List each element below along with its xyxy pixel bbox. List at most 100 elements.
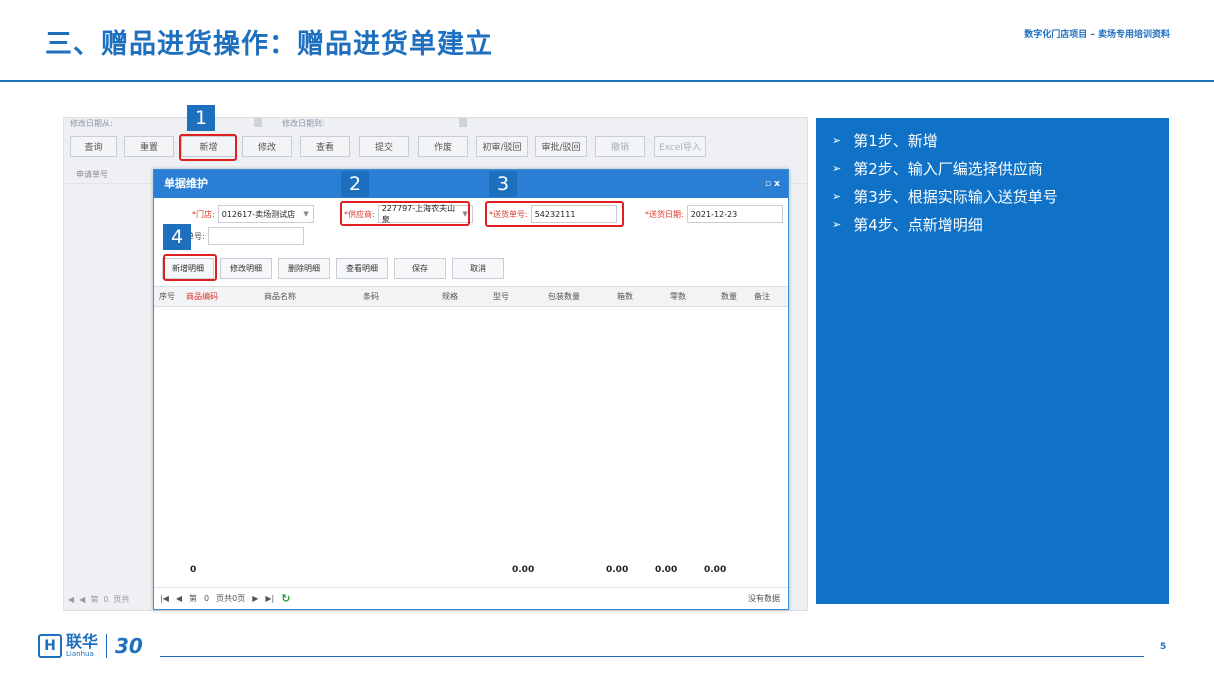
column-header[interactable]: 零数 xyxy=(670,287,686,307)
total-count: 0 xyxy=(190,565,197,575)
total-qty: 0.00 xyxy=(704,565,727,575)
dialog-window-controls[interactable]: ▫ x xyxy=(765,170,780,198)
first-page-icon[interactable]: ◀ xyxy=(68,595,74,604)
first-review-button[interactable]: 初审/驳回 xyxy=(476,136,528,157)
factory-no-input[interactable] xyxy=(207,227,304,245)
step-item: ➢ 第1步、新增 xyxy=(832,127,1169,155)
filter-bar: 修改日期从: 修改日期到: xyxy=(64,118,807,130)
edit-button[interactable]: 修改 xyxy=(242,136,292,157)
delivery-date-row: *送货日期: 2021-12-23 xyxy=(645,205,783,223)
refresh-icon[interactable]: ↻ xyxy=(281,592,290,605)
arrow-bullet-icon: ➢ xyxy=(832,190,842,203)
app-pager: ◀ ◀ 第 0 页共 xyxy=(64,589,129,609)
edit-detail-button[interactable]: 修改明细 xyxy=(220,258,272,279)
delivery-date-value: 2021-12-23 xyxy=(690,209,738,219)
cancel-button[interactable]: 取消 xyxy=(452,258,504,279)
reset-button[interactable]: 重置 xyxy=(124,136,174,157)
footer-divider xyxy=(160,656,1144,657)
brand-name-en: Lianhua xyxy=(66,650,94,658)
chevron-down-icon: ▼ xyxy=(303,210,309,218)
prev-page-icon[interactable]: ◀ xyxy=(176,594,182,603)
delivery-date-label: *送货日期: xyxy=(645,209,684,219)
arrow-bullet-icon: ➢ xyxy=(832,162,842,175)
store-row: *门店: 012617-卖场测试店 ▼ xyxy=(192,205,314,223)
step-item: ➢ 第4步、点新增明细 xyxy=(832,211,1169,239)
store-value: 012617-卖场测试店 xyxy=(221,209,296,219)
view-detail-button[interactable]: 查看明细 xyxy=(336,258,388,279)
document-dialog: 单据维护 ▫ x *门店: 012617-卖场测试店 ▼ *供应商: 22779… xyxy=(153,169,789,610)
page-number: 5 xyxy=(1160,642,1167,652)
step-marker-4: 4 xyxy=(163,224,191,250)
column-header[interactable]: 条码 xyxy=(363,287,379,307)
lianhua-logo-icon: H xyxy=(38,634,62,658)
total-boxes: 0.00 xyxy=(606,565,629,575)
slide-title: 三、赠品进货操作：赠品进货单建立 xyxy=(45,29,493,60)
first-page-icon[interactable]: |◀ xyxy=(160,594,169,603)
main-toolbar: 查询 重置 新增 修改 查看 提交 作废 初审/驳回 审批/驳回 撤销 Exce… xyxy=(64,136,807,160)
dialog-pager: |◀ ◀ 第 0 页共0页 ▶ ▶| ↻ 没有数据 xyxy=(154,587,788,609)
page-label: 第 xyxy=(189,594,198,603)
step-marker-3: 3 xyxy=(489,171,517,197)
store-label: *门店: xyxy=(192,209,215,219)
page-value[interactable]: 0 xyxy=(103,595,108,604)
lianhua-logo: H 联华 Lianhua 30 xyxy=(38,634,143,658)
column-header[interactable]: 型号 xyxy=(493,287,509,307)
steps-panel: ➢ 第1步、新增 ➢ 第2步、输入厂编选择供应商 ➢ 第3步、根据实际输入送货单号 ➢… xyxy=(816,118,1169,604)
calendar-icon[interactable] xyxy=(254,118,262,127)
column-header[interactable]: 商品编码 xyxy=(186,287,218,307)
page-total: 页共0页 xyxy=(216,594,246,603)
title-divider xyxy=(0,80,1214,82)
store-select[interactable]: 012617-卖场测试店 ▼ xyxy=(217,205,314,223)
revoke-button[interactable]: 撤销 xyxy=(595,136,645,157)
page-total: 页共 xyxy=(113,594,130,604)
void-button[interactable]: 作废 xyxy=(418,136,468,157)
dialog-header: 单据维护 ▫ x xyxy=(154,170,788,198)
highlight-add-detail xyxy=(163,254,217,281)
step-text: 第2步、输入厂编选择供应商 xyxy=(853,160,1043,178)
total-package-qty: 0.00 xyxy=(512,565,535,575)
step-text: 第1步、新增 xyxy=(853,132,938,150)
delivery-date-input[interactable]: 2021-12-23 xyxy=(686,205,783,223)
grid-totals-row: 0 0.00 0.00 0.00 0.00 xyxy=(154,565,788,581)
step-marker-2: 2 xyxy=(341,171,369,197)
approve-button[interactable]: 审批/驳回 xyxy=(535,136,587,157)
page-number-input[interactable]: 0 xyxy=(204,594,209,603)
next-page-icon[interactable]: ▶ xyxy=(252,594,258,603)
anniversary-mark: 30 xyxy=(115,634,143,658)
filter-label-to: 修改日期到: xyxy=(282,119,325,128)
last-page-icon[interactable]: ▶| xyxy=(265,594,274,603)
factory-no-row: 单号: xyxy=(186,227,304,245)
total-loose: 0.00 xyxy=(655,565,678,575)
column-header[interactable]: 备注 xyxy=(754,287,770,307)
column-header[interactable]: 箱数 xyxy=(617,287,633,307)
column-header[interactable]: 规格 xyxy=(442,287,458,307)
step-text: 第4步、点新增明细 xyxy=(853,216,983,234)
step-item: ➢ 第2步、输入厂编选择供应商 xyxy=(832,155,1169,183)
step-text: 第3步、根据实际输入送货单号 xyxy=(853,188,1058,206)
brand-name-cn: 联华 xyxy=(66,632,99,651)
filter-label-from: 修改日期从: xyxy=(70,119,113,128)
calendar-icon[interactable] xyxy=(459,118,467,127)
logo-divider xyxy=(106,634,108,658)
highlight-supplier xyxy=(340,201,470,226)
excel-import-button[interactable]: Excel导入 xyxy=(654,136,706,157)
slide-subtitle: 数字化门店项目 – 卖场专用培训资料 xyxy=(1024,30,1170,40)
highlight-add-button xyxy=(179,134,237,161)
highlight-delivery-no xyxy=(485,201,624,227)
submit-button[interactable]: 提交 xyxy=(359,136,409,157)
step-item: ➢ 第3步、根据实际输入送货单号 xyxy=(832,183,1169,211)
query-button[interactable]: 查询 xyxy=(70,136,117,157)
dialog-title: 单据维护 xyxy=(164,177,208,190)
save-button[interactable]: 保存 xyxy=(394,258,446,279)
column-header[interactable]: 序号 xyxy=(159,287,175,307)
view-button[interactable]: 查看 xyxy=(300,136,350,157)
column-header[interactable]: 包装数量 xyxy=(548,287,580,307)
page-label: 第 xyxy=(90,594,99,604)
step-marker-1: 1 xyxy=(187,105,215,131)
detail-grid-header: 序号 商品编码 商品名称 条码 规格 型号 包装数量 箱数 零数 数量 备注 xyxy=(154,286,788,307)
column-header[interactable]: 数量 xyxy=(721,287,737,307)
prev-page-icon[interactable]: ◀ xyxy=(79,595,85,604)
delete-detail-button[interactable]: 删除明细 xyxy=(278,258,330,279)
column-header[interactable]: 商品名称 xyxy=(264,287,296,307)
arrow-bullet-icon: ➢ xyxy=(832,218,842,231)
